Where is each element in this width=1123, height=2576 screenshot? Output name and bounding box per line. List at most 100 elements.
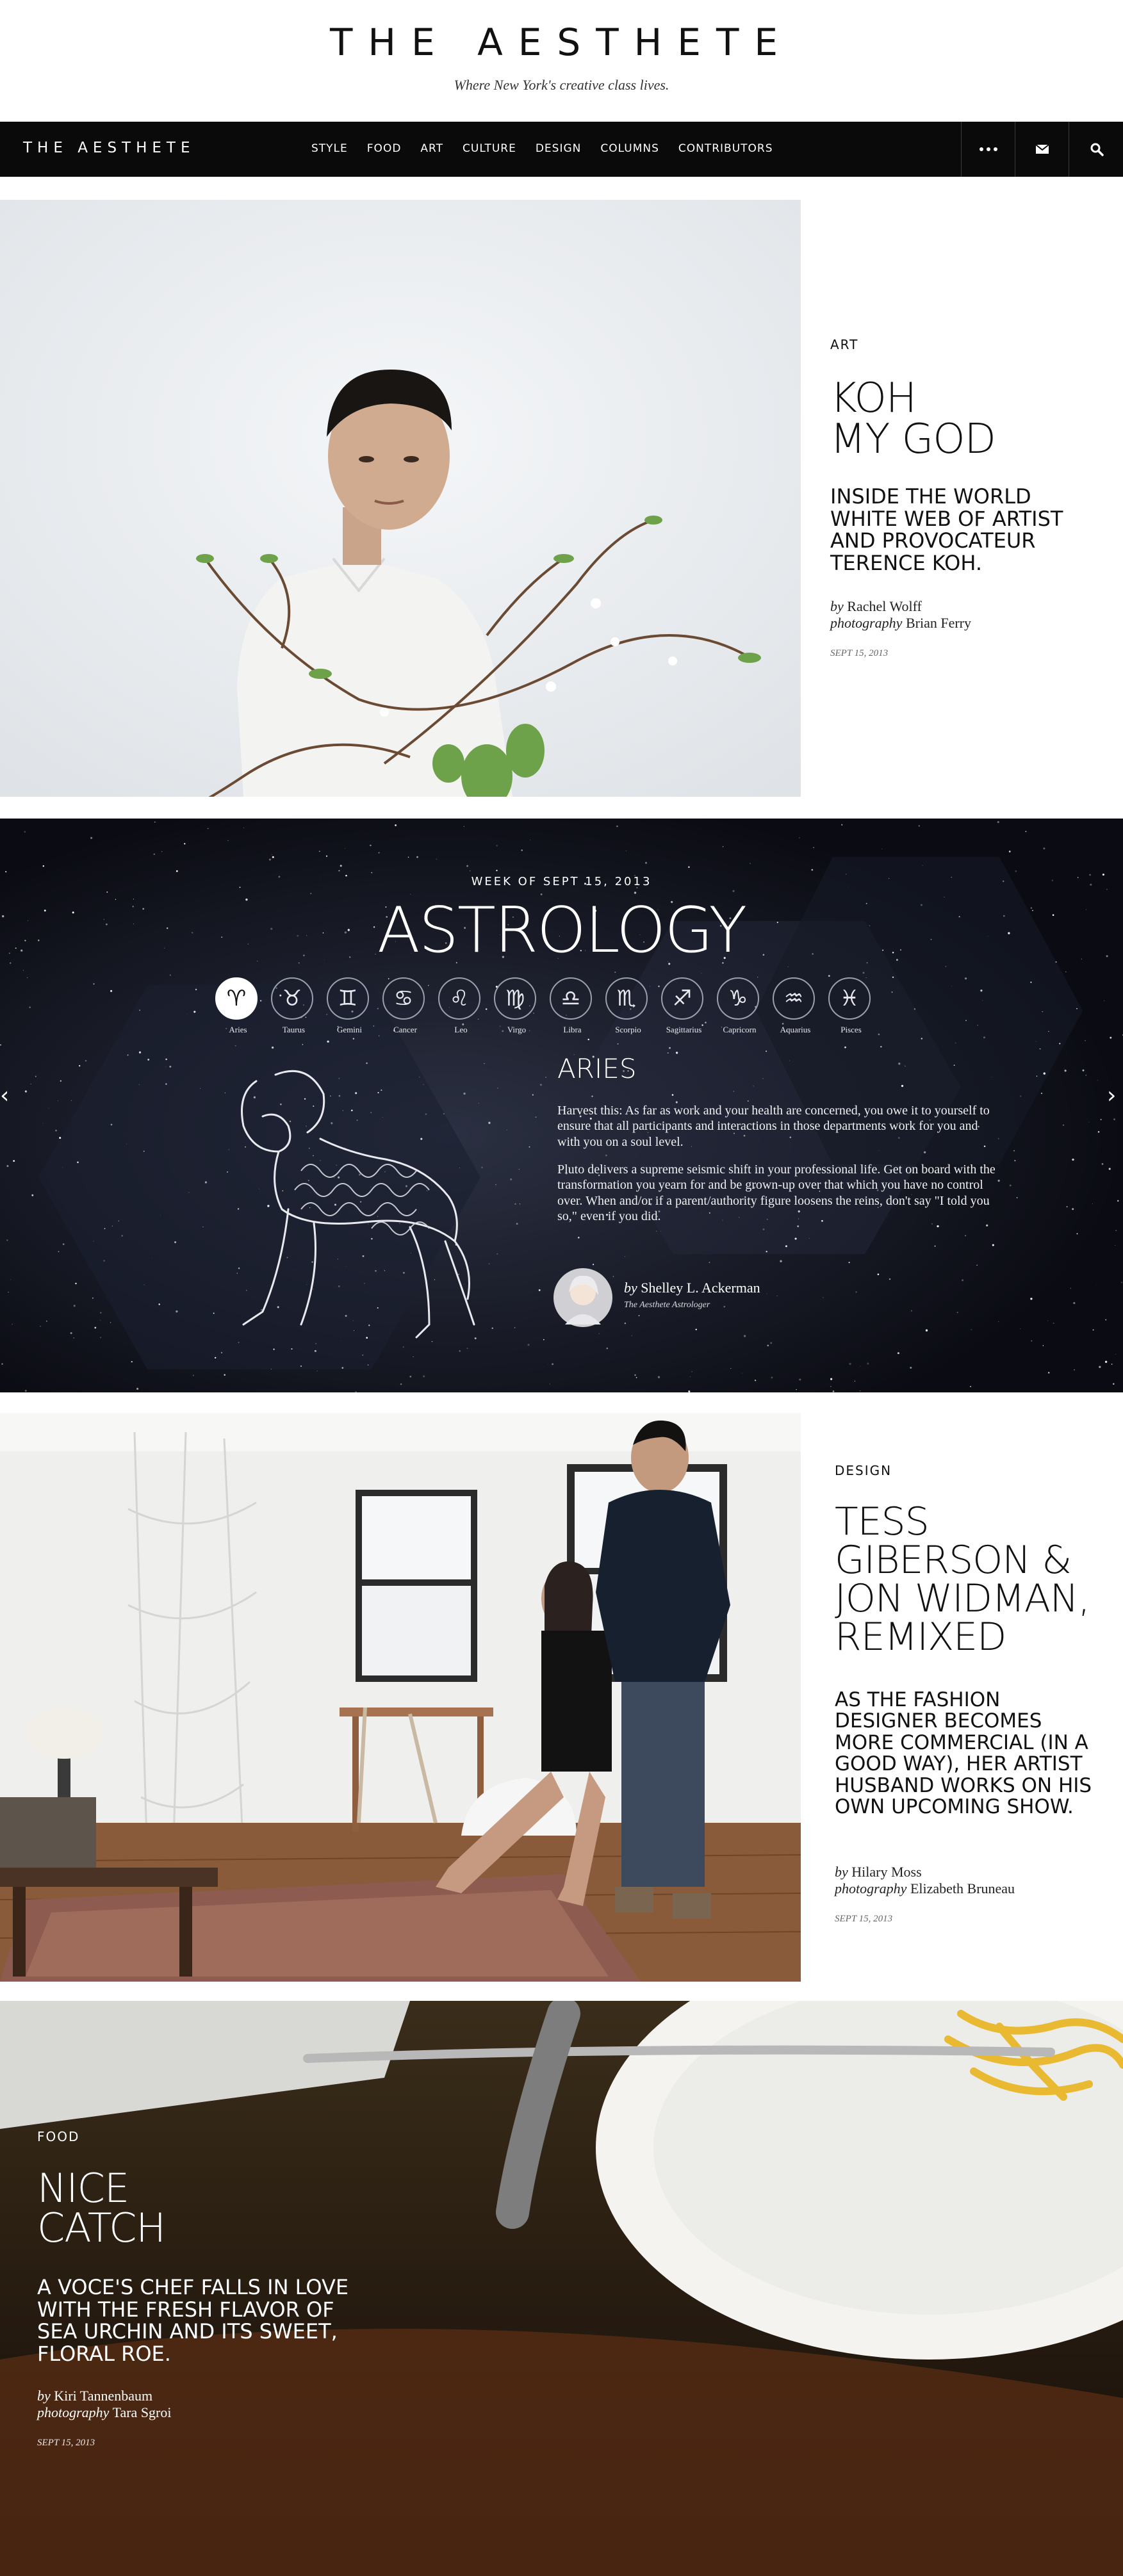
photographer-name[interactable]: Brian Ferry	[906, 615, 971, 631]
article-date: SEPT 15, 2013	[830, 648, 889, 658]
article-byline: by Hilary Moss photography Elizabeth Bru…	[835, 1864, 1015, 1898]
ram-illustration	[241, 1070, 475, 1339]
sign-label: Taurus	[282, 1025, 306, 1034]
sign-label: Aries	[229, 1025, 247, 1034]
leo-icon: ♌	[438, 977, 480, 1020]
article-byline: by Rachel Wolff photography Brian Ferry	[830, 598, 971, 632]
astrologer-name[interactable]: Shelley L. Ackerman	[641, 1280, 760, 1296]
nav-link-food[interactable]: FOOD	[367, 142, 402, 155]
aquarius-icon: ♒	[773, 977, 815, 1020]
article-category[interactable]: DESIGN	[835, 1463, 892, 1478]
article-byline: by Kiri Tannenbaum photography Tara Sgro…	[37, 2388, 172, 2422]
author-name[interactable]: Kiri Tannenbaum	[54, 2388, 152, 2404]
sign-label: Libra	[563, 1025, 582, 1034]
nav-links: STYLE FOOD ART CULTURE DESIGN COLUMNS CO…	[311, 142, 773, 155]
taurus-icon: ♉	[271, 977, 313, 1020]
zodiac-selector: ♈ Aries ♉ Taurus ♊ Gemini ♋ Cancer ♌ Leo…	[215, 977, 874, 1035]
navigation-bar: THE AESTHETE STYLE FOOD ART CULTURE DESI…	[0, 122, 1123, 177]
sagittarius-icon: ♐	[661, 977, 703, 1020]
nav-logo[interactable]: THE AESTHETE	[23, 140, 195, 156]
article-dek: A VOCE'S CHEF FALLS IN LOVE WITH THE FRE…	[37, 2275, 349, 2366]
sign-label: Aquarius	[780, 1025, 811, 1034]
nav-link-design[interactable]: DESIGN	[536, 142, 582, 155]
mail-button[interactable]	[1015, 122, 1069, 177]
horoscope-paragraph: Pluto delivers a supreme seismic shift i…	[557, 1162, 996, 1224]
photographer-name[interactable]: Elizabeth Bruneau	[910, 1880, 1015, 1896]
site-title[interactable]: THE AESTHETE	[0, 20, 1123, 64]
photo-credit-prefix: photography	[37, 2404, 110, 2421]
prev-arrow-icon[interactable]: ‹	[0, 1082, 9, 1109]
article-date: SEPT 15, 2013	[835, 1914, 893, 1924]
photographer-name[interactable]: Tara Sgroi	[113, 2404, 172, 2420]
astrology-title: ASTROLOGY	[377, 894, 748, 967]
article-dek: AS THE FASHION DESIGNER BECOMES MORE COM…	[835, 1688, 1092, 1819]
aries-icon: ♈	[215, 977, 258, 1020]
astrology-week: WEEK OF SEPT 15, 2013	[471, 875, 652, 888]
article-koh-photo[interactable]	[0, 200, 801, 797]
pisces-icon: ♓	[828, 977, 871, 1020]
masthead: THE AESTHETE Where New York's creative c…	[0, 0, 1123, 122]
nav-link-art[interactable]: ART	[420, 142, 443, 155]
sign-aries[interactable]: ♈ Aries	[215, 977, 261, 1035]
interior-image	[0, 1413, 801, 1982]
article-headline[interactable]: KOH MY GOD	[830, 378, 996, 460]
sign-sagittarius[interactable]: ♐ Sagittarius	[661, 977, 707, 1035]
headline-line: GIBERSON &	[835, 1538, 1072, 1583]
mail-icon	[1035, 144, 1049, 154]
headline-line: KOH	[830, 375, 917, 422]
sign-scorpio[interactable]: ♏ Scorpio	[605, 977, 651, 1035]
sign-aquarius[interactable]: ♒ Aquarius	[773, 977, 818, 1035]
article-category[interactable]: ART	[830, 337, 858, 352]
headline-line: TESS	[835, 1499, 930, 1544]
astrologer-avatar[interactable]	[552, 1267, 614, 1328]
nav-link-culture[interactable]: CULTURE	[463, 142, 516, 155]
nav-link-style[interactable]: STYLE	[311, 142, 348, 155]
sign-taurus[interactable]: ♉ Taurus	[271, 977, 316, 1035]
sign-label: Virgo	[507, 1025, 527, 1034]
nav-link-columns[interactable]: COLUMNS	[600, 142, 659, 155]
article-date: SEPT 15, 2013	[37, 2438, 95, 2448]
article-design-photo[interactable]	[0, 1413, 801, 1982]
sign-label: Scorpio	[615, 1025, 641, 1034]
sign-label: Cancer	[393, 1025, 417, 1034]
headline-line: CATCH	[37, 2205, 166, 2251]
sign-label: Pisces	[840, 1025, 862, 1034]
sign-libra[interactable]: ♎ Libra	[550, 977, 595, 1035]
article-dek: INSIDE THE WORLD WHITE WEB OF ARTIST AND…	[830, 484, 1063, 575]
gemini-icon: ♊	[327, 977, 369, 1020]
next-arrow-icon[interactable]: ›	[1107, 1082, 1116, 1109]
sign-leo[interactable]: ♌ Leo	[438, 977, 484, 1035]
cancer-icon: ♋	[382, 977, 425, 1020]
article-category[interactable]: FOOD	[37, 2129, 79, 2144]
sign-label: Leo	[454, 1025, 468, 1034]
virgo-icon: ♍	[494, 977, 536, 1020]
astrologer-title: The Aesthete Astrologer	[624, 1300, 710, 1310]
portrait-image	[0, 200, 801, 797]
active-sign-name: ARIES	[557, 1053, 637, 1084]
article-headline[interactable]: TESS GIBERSON & JON WIDMAN, REMIXED	[835, 1503, 1090, 1656]
photo-credit-prefix: photography	[830, 615, 903, 632]
article-food-feature[interactable]: FOOD NICE CATCH A VOCE'S CHEF FALLS IN L…	[0, 2001, 1123, 2576]
byline-prefix: by	[37, 2388, 51, 2404]
byline-prefix: by	[830, 598, 844, 614]
author-name[interactable]: Rachel Wolff	[847, 598, 922, 614]
headline-line: JON WIDMAN,	[835, 1576, 1090, 1621]
more-button[interactable]	[961, 122, 1015, 177]
sign-pisces[interactable]: ♓ Pisces	[828, 977, 874, 1035]
nav-link-contributors[interactable]: CONTRIBUTORS	[678, 142, 773, 155]
headline-line: REMIXED	[835, 1615, 1006, 1659]
search-icon	[1090, 143, 1104, 156]
site-tagline: Where New York's creative class lives.	[454, 77, 669, 93]
sign-virgo[interactable]: ♍ Virgo	[494, 977, 539, 1035]
more-icon	[980, 147, 997, 151]
sign-label: Gemini	[337, 1025, 362, 1034]
author-name[interactable]: Hilary Moss	[851, 1864, 921, 1880]
headline-line: NICE	[37, 2165, 129, 2212]
search-button[interactable]	[1069, 122, 1123, 177]
article-headline[interactable]: NICE CATCH	[37, 2165, 166, 2251]
sign-capricorn[interactable]: ♑ Capricorn	[717, 977, 762, 1035]
headline-line: MY GOD	[830, 416, 996, 463]
sign-cancer[interactable]: ♋ Cancer	[382, 977, 428, 1035]
sign-gemini[interactable]: ♊ Gemini	[327, 977, 372, 1035]
astrology-section: WEEK OF SEPT 15, 2013 ASTROLOGY ♈ Aries …	[0, 819, 1123, 1392]
